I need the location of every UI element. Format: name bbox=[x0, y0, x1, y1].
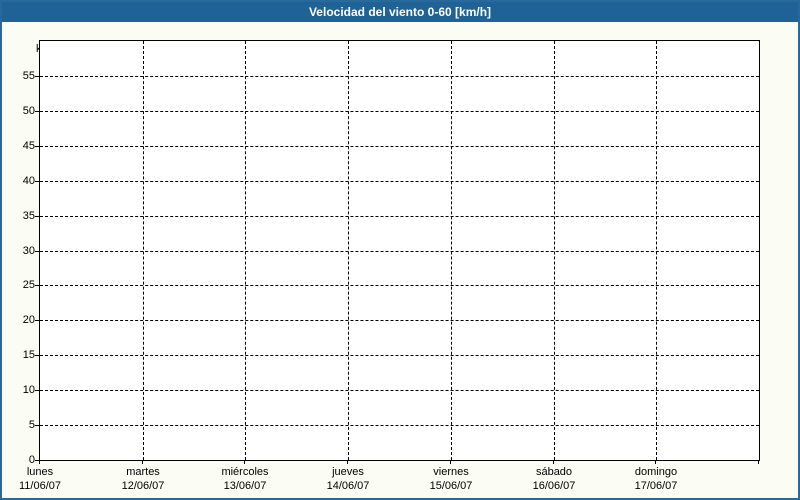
x-axis-label-lunes: lunes 11/06/07 bbox=[2, 465, 92, 493]
chart-window: Velocidad del viento 0-60 [km/h] km/h 05… bbox=[0, 0, 800, 500]
x-axis-date: 14/06/07 bbox=[326, 480, 370, 492]
plot-area bbox=[39, 40, 760, 461]
gridline-y-55 bbox=[40, 76, 759, 77]
gridline-y-25 bbox=[40, 285, 759, 286]
gridline-y-45 bbox=[40, 146, 759, 147]
y-tick-50 bbox=[35, 111, 39, 112]
x-axis-day-name: domingo bbox=[634, 466, 678, 478]
x-axis-day-name: miércoles bbox=[221, 466, 269, 478]
gridline-day-1 bbox=[143, 41, 144, 460]
y-tick-35 bbox=[35, 216, 39, 217]
x-axis-label-sábado: sábado 16/06/07 bbox=[502, 465, 606, 493]
y-tick-label-15: 15 bbox=[22, 349, 35, 361]
gridline-day-6 bbox=[656, 41, 657, 460]
y-tick-label-25: 25 bbox=[22, 279, 35, 291]
y-tick-25 bbox=[35, 285, 39, 286]
x-tick-0 bbox=[39, 460, 40, 464]
y-tick-5 bbox=[35, 425, 39, 426]
y-tick-label-45: 45 bbox=[22, 140, 35, 152]
gridline-y-30 bbox=[40, 251, 759, 252]
y-tick-label-30: 30 bbox=[22, 245, 35, 257]
y-tick-label-55: 55 bbox=[22, 70, 35, 82]
gridline-y-20 bbox=[40, 320, 759, 321]
y-tick-20 bbox=[35, 320, 39, 321]
y-tick-30 bbox=[35, 251, 39, 252]
x-axis-label-viernes: viernes 15/06/07 bbox=[399, 465, 503, 493]
x-tick-4 bbox=[450, 460, 451, 464]
y-tick-15 bbox=[35, 355, 39, 356]
x-axis-label-jueves: jueves 14/06/07 bbox=[296, 465, 400, 493]
x-tick-5 bbox=[553, 460, 554, 464]
gridline-y-50 bbox=[40, 111, 759, 112]
x-axis-day-name: viernes bbox=[433, 466, 469, 478]
x-axis-label-miércoles: miércoles 13/06/07 bbox=[193, 465, 297, 493]
x-axis-date: 12/06/07 bbox=[121, 480, 165, 492]
y-tick-label-40: 40 bbox=[22, 175, 35, 187]
x-tick-1 bbox=[142, 460, 143, 464]
y-tick-label-50: 50 bbox=[22, 105, 35, 117]
x-axis-date: 17/06/07 bbox=[634, 480, 678, 492]
x-tick-3 bbox=[347, 460, 348, 464]
y-tick-10 bbox=[35, 390, 39, 391]
chart-title: Velocidad del viento 0-60 [km/h] bbox=[308, 5, 492, 19]
y-tick-label-5: 5 bbox=[28, 419, 35, 431]
x-axis-day-name: jueves bbox=[332, 466, 364, 478]
x-axis-date: 16/06/07 bbox=[532, 480, 576, 492]
y-tick-label-20: 20 bbox=[22, 314, 35, 326]
gridline-day-2 bbox=[245, 41, 246, 460]
chart-title-bar: Velocidad del viento 0-60 [km/h] bbox=[2, 2, 798, 22]
gridline-y-10 bbox=[40, 390, 759, 391]
y-tick-55 bbox=[35, 76, 39, 77]
x-axis-date: 11/06/07 bbox=[18, 480, 61, 492]
y-tick-45 bbox=[35, 146, 39, 147]
x-axis-date: 13/06/07 bbox=[223, 480, 267, 492]
gridline-y-35 bbox=[40, 216, 759, 217]
x-axis-day-name: martes bbox=[126, 466, 160, 478]
x-tick-2 bbox=[244, 460, 245, 464]
y-tick-label-10: 10 bbox=[22, 384, 35, 396]
x-axis-date: 15/06/07 bbox=[429, 480, 473, 492]
y-tick-40 bbox=[35, 181, 39, 182]
gridline-day-4 bbox=[451, 41, 452, 460]
x-tick-6 bbox=[655, 460, 656, 464]
x-tick-7 bbox=[758, 460, 759, 464]
gridline-y-5 bbox=[40, 425, 759, 426]
x-axis-day-name: lunes bbox=[26, 466, 54, 478]
gridline-y-15 bbox=[40, 355, 759, 356]
x-axis-day-name: sábado bbox=[535, 466, 573, 478]
gridline-day-3 bbox=[348, 41, 349, 460]
x-axis-label-domingo: domingo 17/06/07 bbox=[604, 465, 708, 493]
gridline-y-40 bbox=[40, 181, 759, 182]
y-tick-label-35: 35 bbox=[22, 210, 35, 222]
x-axis-label-martes: martes 12/06/07 bbox=[91, 465, 195, 493]
gridline-day-5 bbox=[554, 41, 555, 460]
